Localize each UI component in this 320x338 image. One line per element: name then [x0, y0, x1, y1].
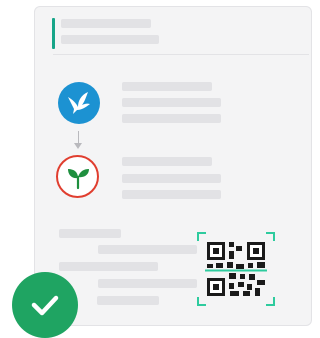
sprout-icon — [56, 155, 99, 198]
header-accent-bar — [52, 18, 55, 49]
step-line — [122, 174, 221, 183]
header-divider — [53, 54, 309, 55]
footer-line — [98, 245, 197, 254]
step-line — [122, 190, 221, 199]
header-line — [61, 19, 151, 28]
scan-corner — [266, 232, 275, 241]
qr-scan-frame — [197, 232, 275, 306]
footer-line — [59, 229, 121, 238]
qr-code-icon — [205, 242, 267, 296]
footer-line — [97, 296, 159, 305]
step-line — [122, 157, 212, 166]
footer-line — [98, 279, 197, 288]
success-badge — [12, 272, 78, 338]
step-line — [122, 98, 221, 107]
arrow-down-icon — [74, 143, 82, 149]
scan-corner — [266, 297, 275, 306]
step-line — [122, 114, 221, 123]
bird-icon — [58, 82, 100, 124]
header-line — [61, 35, 159, 44]
checkmark-icon — [31, 295, 59, 316]
footer-line — [59, 262, 158, 271]
scan-corner — [197, 297, 206, 306]
step-line — [122, 82, 212, 91]
